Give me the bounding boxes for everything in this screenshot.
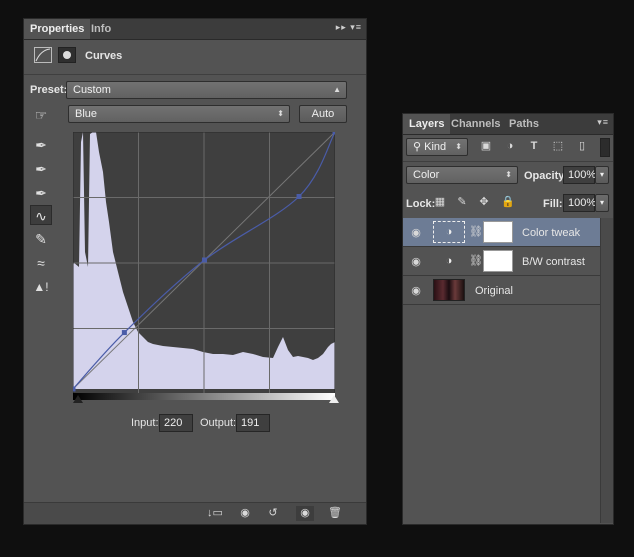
eyedropper-gray-icon[interactable]: ✒ — [30, 159, 52, 179]
layers-tabbar: Layers Channels Paths ▾≡ — [403, 114, 613, 135]
filter-toggle[interactable] — [600, 138, 610, 157]
select-arrow-icon: ▲ — [333, 85, 341, 94]
curve-control-point[interactable] — [332, 132, 336, 135]
hand-target-icon[interactable]: ☞ — [30, 105, 52, 125]
adjustment-layer-icon: ◑ — [433, 221, 465, 243]
select-arrow-icon: ⬍ — [505, 170, 512, 179]
tab-properties[interactable]: Properties — [24, 19, 91, 39]
panel-menu-icon[interactable]: ▸▸ ▾≡ — [336, 22, 362, 33]
lock-image-pixels-icon[interactable]: ✎ — [453, 195, 471, 210]
properties-bottom-bar: ↓▭ ◉ ↺ ◉ 🗑 — [24, 502, 366, 524]
curve-control-point[interactable] — [121, 330, 127, 336]
curves-graph[interactable] — [73, 132, 335, 394]
divider — [24, 74, 366, 75]
delete-icon[interactable]: 🗑 — [326, 506, 344, 521]
visibility-eye-icon[interactable]: ◉ — [409, 226, 423, 239]
fill-field[interactable]: 100% — [563, 194, 596, 212]
mask-icon[interactable] — [58, 47, 76, 63]
layer-mask-thumbnail[interactable] — [483, 221, 513, 243]
select-arrow-icon: ⬍ — [455, 142, 462, 151]
visibility-eye-icon[interactable]: ◉ — [409, 284, 423, 297]
filter-adjustment-icon[interactable]: ◑ — [501, 139, 519, 154]
adjustment-layer-icon: ◑ — [445, 255, 453, 267]
layer-name: Original — [475, 285, 513, 297]
blend-mode-value: Color — [413, 169, 440, 181]
eyedropper-white-icon[interactable]: ✒ — [30, 183, 52, 203]
layers-panel: Layers Channels Paths ▾≡ ⚲ Kind ⬍ ▣ ◑ T … — [402, 113, 614, 525]
tab-paths[interactable]: Paths — [503, 114, 545, 134]
smooth-curve-icon[interactable]: ≈ — [30, 253, 52, 273]
layers-scrollbar[interactable] — [600, 218, 613, 523]
output-field[interactable]: 191 — [236, 414, 270, 432]
link-chain-icon[interactable]: ⛓ — [469, 221, 483, 243]
preset-select[interactable]: Custom ▲ — [66, 81, 347, 99]
fill-dropdown-arrow-icon[interactable]: ▾ — [595, 194, 609, 212]
channel-select[interactable]: Blue ⬍ — [68, 105, 290, 123]
search-icon: ⚲ — [413, 141, 425, 153]
layer-row-bw-contrast[interactable]: ◉ ◑ ⛓ B/W contrast — [403, 247, 600, 276]
layer-name: B/W contrast — [522, 256, 585, 268]
auto-button[interactable]: Auto — [299, 105, 347, 123]
fill-label: Fill: — [543, 198, 563, 210]
curve-control-point[interactable] — [73, 386, 76, 392]
preset-label: Preset: — [30, 84, 68, 96]
tab-layers[interactable]: Layers — [403, 114, 451, 134]
layer-row-color-tweak[interactable]: ◉ ◑ ⛓ Color tweak — [403, 218, 600, 247]
panel-menu-icon[interactable]: ▾≡ — [597, 117, 609, 128]
channel-value: Blue — [75, 108, 98, 120]
layer-image-thumbnail[interactable] — [433, 279, 465, 301]
filter-kind-select[interactable]: ⚲ Kind ⬍ — [406, 138, 468, 156]
properties-panel: Properties Info ▸▸ ▾≡ Curves Preset: Cus… — [23, 18, 367, 525]
visibility-icon[interactable]: ◉ — [296, 506, 314, 521]
properties-tabbar: Properties Info ▸▸ ▾≡ — [24, 19, 366, 40]
clipping-warning-icon[interactable]: ▲! — [30, 277, 52, 297]
opacity-dropdown-arrow-icon[interactable]: ▾ — [595, 166, 609, 184]
black-point-slider[interactable] — [73, 395, 83, 403]
select-arrow-icon: ⬍ — [277, 109, 284, 118]
filter-kind-value: Kind — [424, 141, 447, 153]
curves-adjustment-icon — [34, 47, 52, 63]
opacity-label: Opacity: — [524, 170, 569, 182]
filter-pixel-icon[interactable]: ▣ — [477, 139, 495, 154]
curve-points-tool-icon[interactable]: ∿ — [30, 205, 52, 225]
curve-control-point[interactable] — [202, 257, 208, 263]
reset-icon[interactable]: ↺ — [264, 506, 282, 521]
visibility-eye-icon[interactable]: ◉ — [409, 255, 423, 268]
preset-value: Custom — [73, 84, 111, 96]
input-label: Input: — [131, 417, 159, 429]
input-gradient-bar — [73, 393, 335, 400]
clip-to-layer-icon[interactable]: ↓▭ — [206, 506, 224, 521]
filter-smart-object-icon[interactable]: ▯ — [573, 139, 591, 154]
eyedropper-black-icon[interactable]: ✒ — [30, 135, 52, 155]
layer-mask-thumbnail[interactable] — [483, 250, 513, 272]
divider — [403, 161, 613, 162]
view-previous-state-icon[interactable]: ◉ — [236, 506, 254, 521]
layers-list: ◉ ◑ ⛓ Color tweak ◉ ◑ ⛓ B/W contrast ◉ O… — [403, 218, 600, 523]
input-field[interactable]: 220 — [159, 414, 193, 432]
filter-shape-icon[interactable]: ⬚ — [549, 139, 567, 154]
layer-row-original[interactable]: ◉ Original — [403, 276, 600, 305]
opacity-field[interactable]: 100% — [563, 166, 596, 184]
layer-name: Color tweak — [522, 227, 581, 239]
tab-channels[interactable]: Channels — [445, 114, 507, 134]
tab-info[interactable]: Info — [85, 19, 117, 39]
blend-mode-select[interactable]: Color ⬍ — [406, 166, 518, 184]
curve-control-point[interactable] — [296, 194, 302, 200]
lock-position-icon[interactable]: ✥ — [475, 195, 493, 210]
panel-title: Curves — [85, 50, 123, 62]
white-point-slider[interactable] — [329, 395, 339, 403]
lock-transparent-pixels-icon[interactable]: ▦ — [431, 195, 449, 210]
lock-all-icon[interactable]: 🔒 — [499, 195, 517, 210]
output-label: Output: — [200, 417, 237, 429]
filter-type-icon[interactable]: T — [525, 139, 543, 154]
pencil-icon[interactable]: ✎ — [30, 229, 52, 249]
link-chain-icon[interactable]: ⛓ — [469, 250, 483, 272]
